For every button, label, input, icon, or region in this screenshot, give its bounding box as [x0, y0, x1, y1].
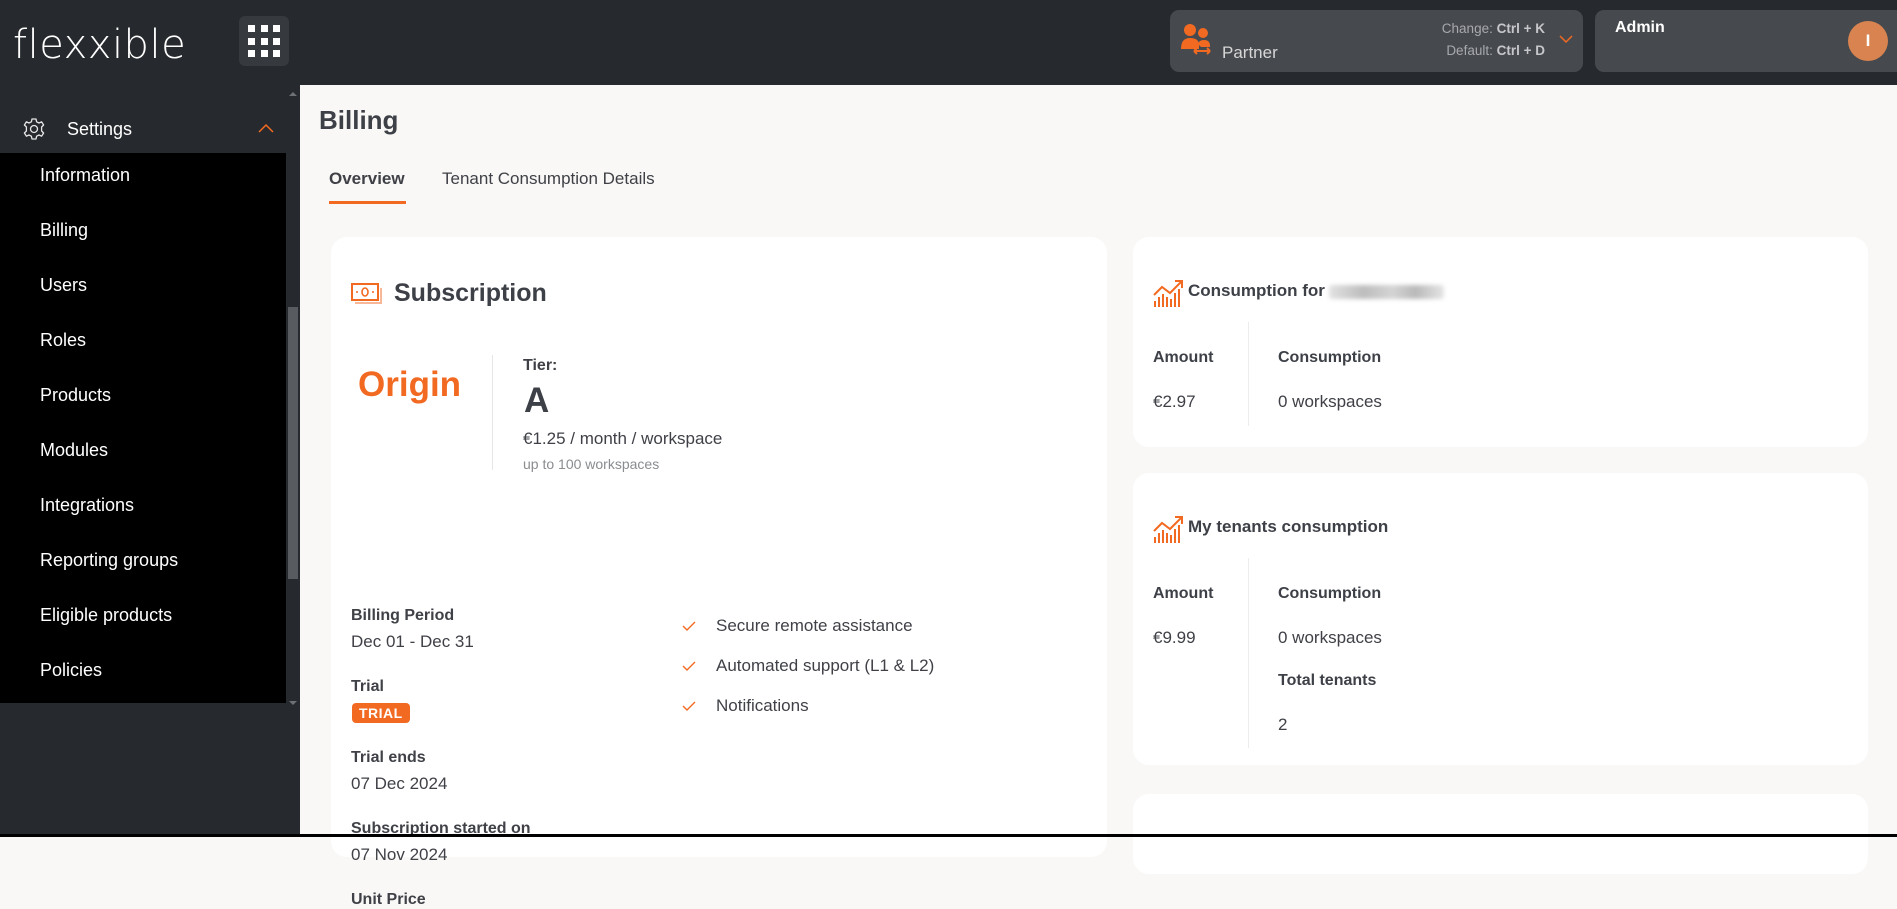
- grid-icon: [261, 25, 268, 32]
- check-icon: [682, 701, 696, 711]
- total-tenants-label: Total tenants: [1278, 672, 1376, 690]
- billing-period-label: Billing Period: [351, 607, 454, 625]
- divider: [492, 355, 493, 470]
- growth-chart-icon: [1153, 279, 1183, 307]
- feature-item: Secure remote assistance: [716, 616, 913, 636]
- context-label: Partner: [1222, 43, 1278, 63]
- unit-price-label: Unit Price: [351, 891, 426, 909]
- trial-badge: TRIAL: [352, 703, 410, 723]
- feature-item: Notifications: [716, 696, 809, 716]
- grid-icon: [261, 38, 268, 45]
- subscription-title: Subscription: [394, 279, 547, 308]
- tier-value: A: [524, 381, 549, 421]
- amount-label: Amount: [1153, 349, 1213, 367]
- grid-icon: [248, 25, 255, 32]
- grid-icon: [261, 50, 268, 57]
- flexxible-logo[interactable]: flexxible: [13, 22, 186, 68]
- feature-item: Automated support (L1 & L2): [716, 656, 934, 676]
- default-shortcut-hint: Default: Ctrl + D: [1446, 43, 1545, 58]
- tier-price: €1.25 / month / workspace: [523, 429, 722, 449]
- grid-icon: [248, 50, 255, 57]
- sidebar-item-reporting-groups[interactable]: Reporting groups: [40, 550, 178, 571]
- subscription-started-value: 07 Nov 2024: [351, 845, 447, 865]
- chevron-down-icon[interactable]: [1559, 32, 1573, 46]
- user-name: Admin: [1615, 19, 1665, 37]
- sidebar-item-roles[interactable]: Roles: [40, 330, 86, 351]
- sidebar-item-users[interactable]: Users: [40, 275, 87, 296]
- sidebar-item-modules[interactable]: Modules: [40, 440, 108, 461]
- tab-overview[interactable]: Overview: [329, 169, 405, 189]
- consumption-card: Consumption for Amount €2.97 Consumption…: [1133, 237, 1868, 447]
- change-shortcut-hint: Change: Ctrl + K: [1442, 21, 1545, 36]
- tenants-consumption-title: My tenants consumption: [1188, 517, 1388, 537]
- sidebar: Settings Information Billing Users Roles…: [0, 85, 300, 837]
- tab-tenant-consumption-details[interactable]: Tenant Consumption Details: [442, 169, 655, 189]
- grid-icon: [248, 38, 255, 45]
- trial-ends-value: 07 Dec 2024: [351, 774, 447, 794]
- scrollbar-thumb[interactable]: [288, 307, 298, 579]
- billing-period-value: Dec 01 - Dec 31: [351, 632, 474, 652]
- page-title: Billing: [319, 105, 398, 136]
- apps-grid-button[interactable]: [239, 16, 289, 66]
- top-bar: flexxible Partner Change: Ctrl + K Defau…: [0, 0, 1897, 85]
- consumption-title: Consumption for: [1188, 281, 1444, 301]
- sidebar-item-policies[interactable]: Policies: [40, 660, 102, 681]
- amount-value: €2.97: [1153, 392, 1196, 412]
- chevron-up-icon[interactable]: [258, 122, 274, 134]
- scroll-down-arrow-icon[interactable]: [289, 701, 297, 705]
- grid-icon: [273, 38, 280, 45]
- check-icon: [682, 661, 696, 671]
- growth-chart-icon: [1153, 515, 1183, 543]
- tenants-consumption-card: My tenants consumption Amount €9.99 Cons…: [1133, 473, 1868, 765]
- redacted-tenant-name: [1329, 285, 1444, 299]
- sidebar-item-products[interactable]: Products: [40, 385, 111, 406]
- grid-icon: [273, 25, 280, 32]
- user-menu[interactable]: Admin I: [1595, 10, 1897, 72]
- active-tab-indicator: [329, 201, 406, 204]
- sidebar-section-settings[interactable]: Settings: [0, 105, 286, 155]
- sidebar-item-information[interactable]: Information: [40, 165, 130, 186]
- plan-name: Origin: [358, 365, 461, 405]
- amount-label: Amount: [1153, 585, 1213, 603]
- settings-label: Settings: [67, 119, 132, 140]
- main-content: Billing Overview Tenant Consumption Deta…: [300, 85, 1897, 837]
- consumption-label: Consumption: [1278, 585, 1381, 603]
- sidebar-scrollbar[interactable]: [287, 90, 299, 705]
- sidebar-item-billing[interactable]: Billing: [40, 220, 88, 241]
- divider: [1248, 322, 1249, 426]
- scroll-up-arrow-icon[interactable]: [289, 92, 297, 96]
- consumption-label: Consumption: [1278, 349, 1381, 367]
- subscription-card: Subscription Origin Tier: A €1.25 / mont…: [331, 237, 1107, 857]
- context-switcher[interactable]: Partner Change: Ctrl + K Default: Ctrl +…: [1170, 10, 1583, 72]
- check-icon: [682, 621, 696, 631]
- amount-value: €9.99: [1153, 628, 1196, 648]
- trial-label: Trial: [351, 678, 384, 696]
- sidebar-item-integrations[interactable]: Integrations: [40, 495, 134, 516]
- grid-icon: [273, 50, 280, 57]
- divider: [1248, 558, 1249, 748]
- tier-limit: up to 100 workspaces: [523, 456, 659, 472]
- settings-submenu: Information Billing Users Roles Products…: [0, 153, 286, 703]
- sidebar-item-eligible-products[interactable]: Eligible products: [40, 605, 172, 626]
- consumption-value: 0 workspaces: [1278, 628, 1382, 648]
- trial-ends-label: Trial ends: [351, 749, 426, 767]
- consumption-value: 0 workspaces: [1278, 392, 1382, 412]
- tier-label: Tier:: [523, 357, 557, 375]
- total-tenants-value: 2: [1278, 715, 1287, 735]
- money-bill-icon: [351, 283, 382, 305]
- partner-switch-icon: [1181, 23, 1213, 57]
- avatar[interactable]: I: [1848, 21, 1888, 61]
- gear-icon: [22, 117, 46, 141]
